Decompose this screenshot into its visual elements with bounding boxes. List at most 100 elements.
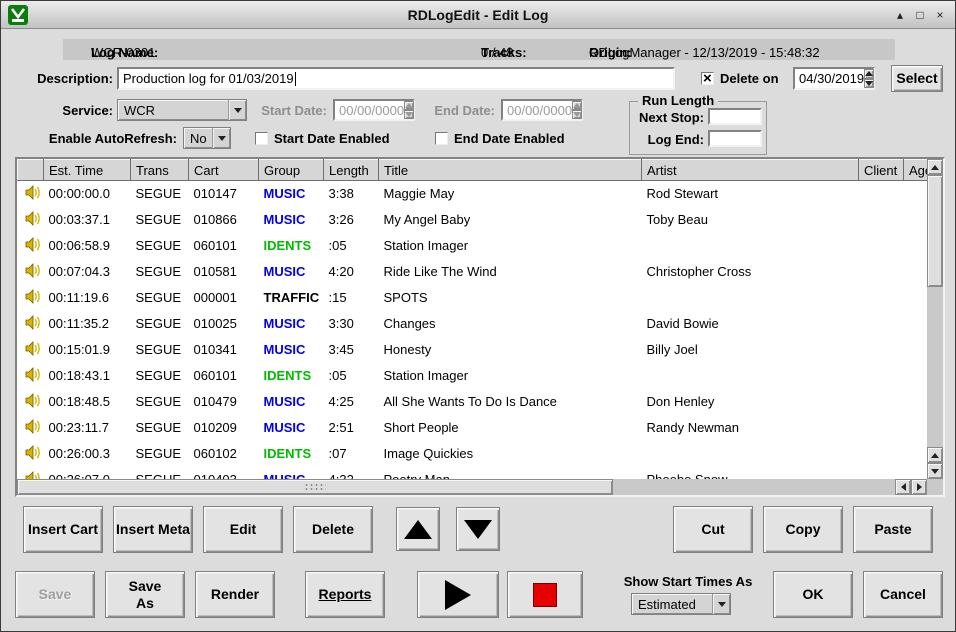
cell-client xyxy=(859,233,904,259)
column-header-title[interactable]: Title xyxy=(379,160,642,181)
table-row[interactable]: 00:11:35.2 SEGUE 010025 MUSIC 3:30 Chang… xyxy=(18,311,928,337)
table-row[interactable]: 00:18:48.5 SEGUE 010479 MUSIC 4:25 All S… xyxy=(18,389,928,415)
reports-button[interactable]: Reports xyxy=(305,571,385,618)
delete-date-spinner[interactable] xyxy=(864,69,874,88)
spin-up-icon[interactable] xyxy=(864,69,874,79)
cell-agency xyxy=(904,415,928,441)
maximize-button[interactable]: □ xyxy=(911,6,929,24)
titlebar[interactable]: RDLogEdit - Edit Log ▴ □ × xyxy=(1,1,955,29)
app-icon[interactable] xyxy=(8,5,28,25)
log-info-bar: Log Name: WCR-0301 Tracks: 0 / 48 Origin… xyxy=(63,39,895,60)
log-table-header-row: Est. TimeTransCartGroupLengthTitleArtist… xyxy=(18,160,928,181)
cell-client xyxy=(859,311,904,337)
table-row[interactable]: 00:18:43.1 SEGUE 060101 IDENTS :05 Stati… xyxy=(18,363,928,389)
copy-button[interactable]: Copy xyxy=(763,506,843,553)
stop-button[interactable] xyxy=(507,571,583,618)
table-row[interactable]: 00:23:11.7 SEGUE 010209 MUSIC 2:51 Short… xyxy=(18,415,928,441)
cell-client xyxy=(859,285,904,311)
delete-on-date-field[interactable]: 04/30/2019 xyxy=(793,67,875,90)
shade-button[interactable]: ▴ xyxy=(891,6,909,24)
cell-length: 4:32 xyxy=(324,467,379,480)
cell-cart: 000001 xyxy=(189,285,259,311)
move-up-button[interactable] xyxy=(396,507,440,551)
cell-title: Maggie May xyxy=(379,181,642,207)
edit-button[interactable]: Edit xyxy=(203,506,283,553)
cell-title: SPOTS xyxy=(379,285,642,311)
horizontal-scrollbar[interactable] xyxy=(17,479,927,495)
vertical-scroll-thumb[interactable] xyxy=(927,175,943,287)
cell-est-time: 00:03:37.1 xyxy=(44,207,131,233)
delete-on-checkbox[interactable] xyxy=(701,72,714,85)
cell-artist: Rod Stewart xyxy=(642,181,859,207)
scroll-right-icon[interactable] xyxy=(911,479,927,495)
cell-est-time: 00:18:43.1 xyxy=(44,363,131,389)
cell-title: Poetry Man xyxy=(379,467,642,480)
cell-trans: SEGUE xyxy=(131,415,189,441)
cell-est-time: 00:15:01.9 xyxy=(44,337,131,363)
spin-down-icon[interactable] xyxy=(864,79,874,89)
save-button: Save xyxy=(15,571,95,618)
scroll-up-icon[interactable] xyxy=(927,159,943,175)
table-row[interactable]: 00:15:01.9 SEGUE 010341 MUSIC 3:45 Hones… xyxy=(18,337,928,363)
column-header-cart[interactable]: Cart xyxy=(189,160,259,181)
move-down-button[interactable] xyxy=(456,507,500,551)
autorefresh-label: Enable AutoRefresh: xyxy=(21,131,177,146)
table-row[interactable]: 00:11:19.6 SEGUE 000001 TRAFFIC :15 SPOT… xyxy=(18,285,928,311)
paste-button[interactable]: Paste xyxy=(853,506,933,553)
cell-est-time: 00:00:00.0 xyxy=(44,181,131,207)
cell-group: MUSIC xyxy=(259,207,324,233)
column-header-length[interactable]: Length xyxy=(324,160,379,181)
start-date-enabled-checkbox[interactable] xyxy=(255,132,268,145)
scroll-up2-icon[interactable] xyxy=(927,447,943,463)
ok-button[interactable]: OK xyxy=(773,571,853,618)
table-row[interactable]: 00:26:00.3 SEGUE 060102 IDENTS :07 Image… xyxy=(18,441,928,467)
end-date-enabled-checkbox[interactable] xyxy=(435,132,448,145)
table-row[interactable]: 00:00:00.0 SEGUE 010147 MUSIC 3:38 Maggi… xyxy=(18,181,928,207)
cell-trans: SEGUE xyxy=(131,311,189,337)
cell-agency xyxy=(904,337,928,363)
cancel-button[interactable]: Cancel xyxy=(863,571,943,618)
cell-artist: David Bowie xyxy=(642,311,859,337)
column-header-client[interactable]: Client xyxy=(859,160,904,181)
start-date-spinner xyxy=(404,101,414,119)
save-as-button[interactable]: Save As xyxy=(105,571,185,618)
vertical-scrollbar[interactable] xyxy=(927,159,943,479)
select-date-button[interactable]: Select xyxy=(891,65,943,92)
start-date-label: Start Date: xyxy=(251,103,327,118)
cell-length: 4:20 xyxy=(324,259,379,285)
autorefresh-combobox[interactable]: No xyxy=(183,127,231,149)
column-header-trans[interactable]: Trans xyxy=(131,160,189,181)
delete-button[interactable]: Delete xyxy=(293,506,373,553)
cell-client xyxy=(859,337,904,363)
horizontal-scroll-thumb[interactable] xyxy=(17,479,613,495)
table-row[interactable]: 00:03:37.1 SEGUE 010866 MUSIC 3:26 My An… xyxy=(18,207,928,233)
cell-cart: 010866 xyxy=(189,207,259,233)
cell-agency xyxy=(904,181,928,207)
table-row[interactable]: 00:06:58.9 SEGUE 060101 IDENTS :05 Stati… xyxy=(18,233,928,259)
column-header-artist[interactable]: Artist xyxy=(642,160,859,181)
cut-button[interactable]: Cut xyxy=(673,506,753,553)
insert-cart-button[interactable]: Insert Cart xyxy=(23,506,103,553)
cell-group: IDENTS xyxy=(259,363,324,389)
render-button[interactable]: Render xyxy=(195,571,275,618)
description-input[interactable]: Production log for 01/03/2019 xyxy=(117,67,675,90)
window-title: RDLogEdit - Edit Log xyxy=(1,7,955,23)
column-header-agency[interactable]: Agency xyxy=(904,160,928,181)
cell-cart: 010025 xyxy=(189,311,259,337)
scroll-down-icon[interactable] xyxy=(927,463,943,479)
service-combobox[interactable]: WCR xyxy=(117,99,247,121)
table-row[interactable]: 00:26:07.0 SEGUE 010403 MUSIC 4:32 Poetr… xyxy=(18,467,928,480)
table-row[interactable]: 00:07:04.3 SEGUE 010581 MUSIC 4:20 Ride … xyxy=(18,259,928,285)
cell-est-time: 00:18:48.5 xyxy=(44,389,131,415)
close-button[interactable]: × xyxy=(931,6,949,24)
column-header-est-time[interactable]: Est. Time xyxy=(44,160,131,181)
show-start-times-combobox[interactable]: Estimated xyxy=(631,593,731,615)
stop-icon xyxy=(533,583,557,607)
column-header-group[interactable]: Group xyxy=(259,160,324,181)
column-header-icon[interactable] xyxy=(18,160,44,181)
cell-trans: SEGUE xyxy=(131,337,189,363)
insert-meta-button[interactable]: Insert Meta xyxy=(113,506,193,553)
scroll-left-icon[interactable] xyxy=(895,479,911,495)
play-button[interactable] xyxy=(417,571,499,618)
cell-agency xyxy=(904,233,928,259)
